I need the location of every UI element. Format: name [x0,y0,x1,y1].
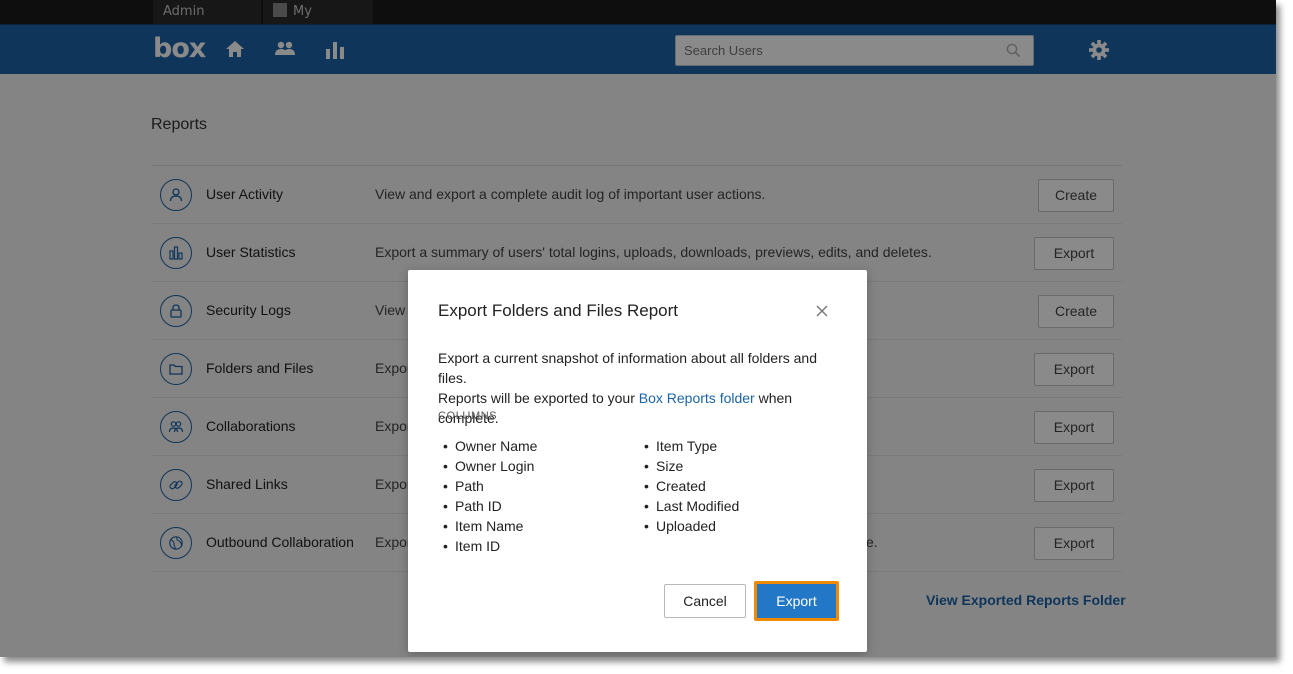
column-item: Path [439,476,537,496]
dialog-description-line2: Reports will be exported to your Box Rep… [438,388,848,428]
column-item: Last Modified [640,496,739,516]
column-item: Size [640,456,739,476]
column-item: Created [640,476,739,496]
box-reports-folder-link[interactable]: Box Reports folder [639,390,755,406]
browser-frame: Admin Console My Account box [0,0,1276,657]
column-item: Uploaded [640,516,739,536]
column-item: Path ID [439,496,537,516]
dialog-description: Export a current snapshot of information… [438,348,848,428]
close-icon[interactable] [814,303,830,319]
dialog-title: Export Folders and Files Report [438,301,678,320]
columns-list-left: Owner Name Owner Login Path Path ID Item… [439,436,537,556]
dialog-description-text: Reports will be exported to your [438,390,639,406]
cancel-button[interactable]: Cancel [664,584,746,618]
columns-list-right: Item Type Size Created Last Modified Upl… [640,436,739,536]
dialog-description-line1: Export a current snapshot of information… [438,350,817,386]
export-button-highlight: Export [754,581,839,621]
column-item: Item Type [640,436,739,456]
column-item: Item ID [439,536,537,556]
export-button[interactable]: Export [757,584,836,618]
export-dialog: Export Folders and Files Report Export a… [408,270,867,652]
column-item: Owner Login [439,456,537,476]
columns-heading: COLUMNS [438,410,498,422]
column-item: Owner Name [439,436,537,456]
column-item: Item Name [439,516,537,536]
